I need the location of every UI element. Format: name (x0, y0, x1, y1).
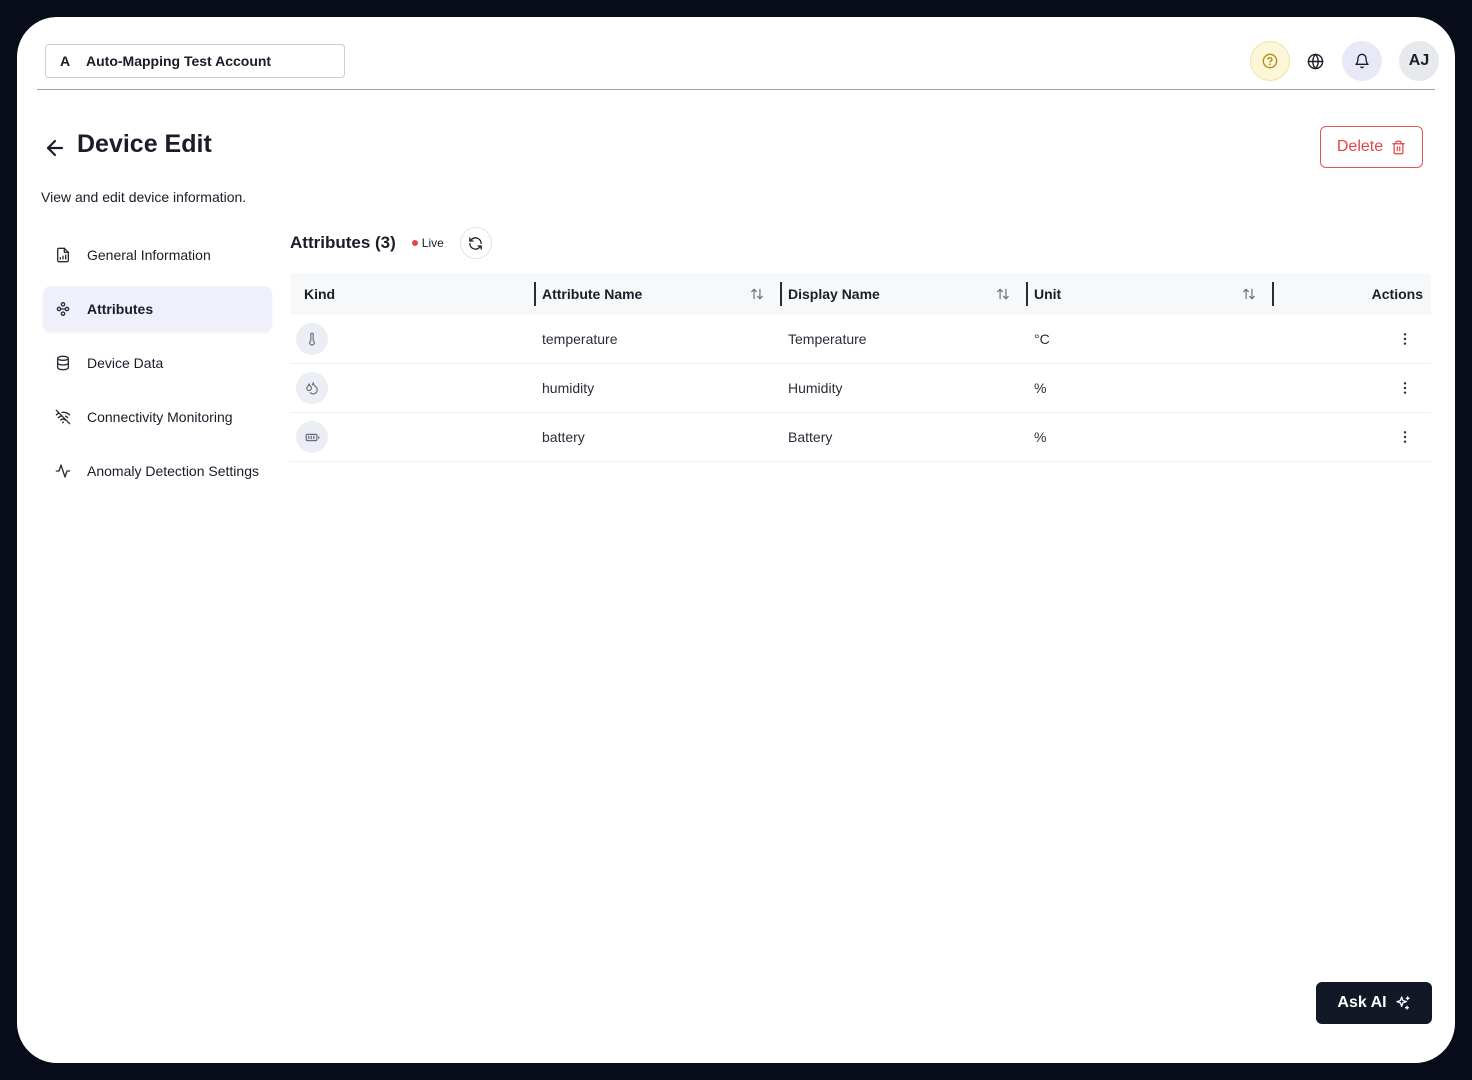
attribute-name-cell: temperature (542, 331, 618, 347)
sidebar-item-anomaly-detection-settings[interactable]: Anomaly Detection Settings (43, 448, 272, 494)
notifications-button[interactable] (1342, 41, 1382, 81)
kind-badge (296, 372, 328, 404)
sidebar-item-general-information[interactable]: General Information (43, 232, 272, 278)
sort-icon[interactable] (750, 287, 764, 301)
sidebar-item-label: Attributes (87, 301, 154, 317)
column-header-kind: Kind (290, 273, 536, 315)
live-label: Live (421, 236, 444, 250)
user-avatar[interactable]: AJ (1399, 41, 1439, 81)
page-subtitle: View and edit device information. (41, 189, 247, 205)
sort-icon[interactable] (1242, 287, 1256, 301)
globe-icon (1307, 53, 1323, 69)
thermometer-icon (309, 332, 315, 346)
more-vertical-icon (1403, 382, 1407, 394)
database-icon (57, 355, 69, 371)
account-name: Auto-Mapping Test Account (86, 53, 272, 69)
sidebar-item-device-data[interactable]: Device Data (43, 340, 272, 386)
column-label: Unit (1034, 286, 1062, 302)
sidebar-item-connectivity-monitoring[interactable]: Connectivity Monitoring (43, 394, 272, 440)
sidebar-item-attributes[interactable]: Attributes (43, 286, 272, 332)
kind-badge (296, 323, 328, 355)
top-bar: A Auto-Mapping Test Account AJ (37, 17, 1439, 90)
droplets-icon (306, 382, 318, 395)
bell-icon (1355, 53, 1369, 69)
sparkles-icon (1395, 996, 1410, 1010)
attributes-title: Attributes (3) (290, 233, 396, 252)
table-row[interactable]: temperature Temperature °C (290, 315, 1431, 364)
battery-icon (305, 433, 319, 441)
live-dot (411, 240, 418, 246)
unit-cell: °C (1034, 331, 1050, 347)
kind-cell (290, 413, 536, 462)
refresh-icon (469, 236, 483, 250)
kind-badge (296, 421, 328, 453)
sidebar-item-label: Anomaly Detection Settings (87, 463, 259, 479)
sidebar-nav: General Information Attributes Device Da… (43, 232, 272, 502)
more-vertical-icon (1403, 333, 1407, 345)
file-chart-icon (57, 247, 69, 263)
column-label: Kind (304, 286, 336, 302)
wifi-off-icon (55, 409, 71, 425)
attribute-name-cell: humidity (542, 380, 595, 396)
more-vertical-icon (1403, 431, 1407, 443)
refresh-button[interactable] (459, 227, 492, 259)
attribute-name-cell: battery (542, 429, 585, 445)
account-initial: A (60, 53, 71, 69)
language-button[interactable] (1295, 41, 1335, 81)
help-button[interactable] (1250, 41, 1290, 81)
display-name-cell: Battery (788, 429, 833, 445)
live-indicator: Live (411, 236, 444, 250)
ask-ai-label: Ask AI (1337, 994, 1387, 1011)
kind-cell (290, 364, 536, 413)
table-row[interactable]: humidity Humidity % (290, 364, 1431, 413)
column-header-attribute-name[interactable]: Attribute Name (536, 273, 782, 315)
sidebar-item-label: Connectivity Monitoring (87, 409, 233, 425)
column-header-display-name[interactable]: Display Name (782, 273, 1028, 315)
trash-icon (1392, 140, 1405, 154)
row-actions-button[interactable] (1274, 364, 1431, 413)
sidebar-item-label: Device Data (87, 355, 164, 371)
back-button[interactable] (43, 136, 67, 165)
column-label: Display Name (788, 286, 880, 302)
display-name-cell: Temperature (788, 331, 867, 347)
unit-cell: % (1034, 429, 1047, 445)
unit-cell: % (1034, 380, 1047, 396)
sidebar-item-label: General Information (87, 247, 211, 263)
sort-icon[interactable] (996, 287, 1010, 301)
column-label: Actions (1371, 286, 1423, 302)
attributes-table: Kind Attribute Name Display Name Unit Ac… (290, 273, 1431, 462)
column-header-unit[interactable]: Unit (1028, 273, 1274, 315)
row-actions-button[interactable] (1274, 315, 1431, 364)
kind-cell (290, 315, 536, 364)
account-selector[interactable]: A Auto-Mapping Test Account (45, 44, 345, 78)
help-icon (1262, 53, 1278, 69)
page-title: Device Edit (77, 130, 212, 158)
row-actions-button[interactable] (1274, 413, 1431, 462)
arrow-left-icon (46, 139, 64, 157)
display-name-cell: Humidity (788, 380, 843, 396)
column-label: Attribute Name (542, 286, 643, 302)
ask-ai-button[interactable]: Ask AI (1316, 982, 1432, 1024)
table-header: Kind Attribute Name Display Name Unit Ac… (290, 273, 1431, 315)
attributes-icon (56, 302, 70, 316)
delete-button[interactable]: Delete (1320, 126, 1423, 168)
delete-label: Delete (1336, 138, 1384, 155)
column-header-actions: Actions (1274, 273, 1431, 315)
app-window: A Auto-Mapping Test Account AJ Device Ed… (17, 17, 1455, 1063)
table-row[interactable]: battery Battery % (290, 413, 1431, 462)
activity-icon (55, 464, 71, 478)
attributes-header: Attributes (3) Live (290, 226, 492, 260)
